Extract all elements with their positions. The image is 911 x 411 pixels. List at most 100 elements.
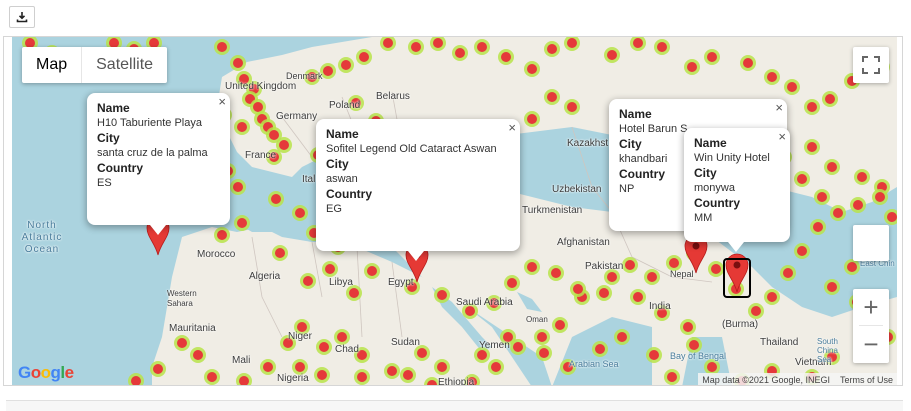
heatmap-point [649, 350, 659, 360]
info-label: Country [694, 196, 740, 210]
info-label: Name [619, 107, 652, 121]
info-window: × Name Win Unity Hotel City monywa Count… [684, 128, 790, 242]
place-label: Niger [288, 331, 312, 342]
heatmap-point [551, 268, 561, 278]
map-marker-dot [692, 242, 700, 250]
heatmap-point [319, 342, 329, 352]
heatmap-point [207, 372, 217, 382]
heatmap-point [687, 62, 697, 72]
place-label: Saudi Arabia [456, 297, 513, 308]
place-label: Turkmenistan [522, 205, 583, 216]
map-data-credit: Map data ©2021 Google, INEGI [702, 375, 830, 385]
heatmap-point [567, 38, 577, 48]
heatmap-point [887, 212, 897, 222]
zoom-out-button[interactable]: − [853, 326, 889, 362]
heatmap-point [707, 52, 717, 62]
heatmap-point [491, 362, 501, 372]
heatmap-point [853, 200, 863, 210]
zoom-in-button[interactable]: + [853, 289, 889, 325]
heatmap-point [847, 262, 857, 272]
heatmap-point [131, 376, 141, 385]
heatmap-point [269, 130, 279, 140]
heatmap-point [833, 208, 843, 218]
fullscreen-button[interactable] [853, 47, 889, 83]
info-window: × Name H10 Taburiente Playa City santa c… [87, 93, 230, 225]
zoom-control: + − [853, 289, 889, 363]
heatmap-point [275, 248, 285, 258]
heatmap-point [767, 72, 777, 82]
heatmap-point [237, 218, 247, 228]
heatmap-point [437, 362, 447, 372]
heatmap-point [263, 362, 273, 372]
info-value: aswan [326, 173, 358, 185]
heatmap-point [539, 348, 549, 358]
info-label: Country [97, 161, 143, 175]
heatmap-point [325, 264, 335, 274]
heatmap-point [239, 376, 249, 385]
plus-icon: + [863, 292, 879, 322]
info-window: × Name Sofitel Legend Old Cataract Aswan… [316, 119, 520, 251]
info-value: Sofitel Legend Old Cataract Aswan [326, 143, 497, 155]
info-label: City [694, 166, 717, 180]
heatmap-point [303, 276, 313, 286]
place-label: (Burma) [722, 319, 759, 330]
close-icon[interactable]: × [775, 101, 783, 115]
street-view-button[interactable] [853, 225, 889, 261]
heatmap-point [711, 264, 721, 274]
place-label: Uzbekistan [552, 184, 602, 195]
heatmap-point [767, 292, 777, 302]
info-window-tail [728, 242, 744, 252]
map-type-satellite-button[interactable]: Satellite [82, 47, 167, 83]
heatmap-point [279, 140, 289, 150]
heatmap-point [595, 344, 605, 354]
info-value: MM [694, 212, 713, 224]
heatmap-point [153, 364, 163, 374]
place-label: Yemen [479, 340, 510, 351]
place-label: Denmark [286, 71, 323, 81]
heatmap-point [233, 58, 243, 68]
close-icon[interactable]: × [218, 95, 226, 109]
download-button[interactable] [9, 6, 35, 28]
info-label: City [326, 157, 349, 171]
heatmap-point [825, 94, 835, 104]
heatmap-point [875, 192, 885, 202]
place-label: Ital [302, 174, 316, 185]
heatmap-point [295, 362, 305, 372]
close-icon[interactable]: × [508, 121, 516, 135]
heatmap-point [817, 192, 827, 202]
heatmap-point [477, 42, 487, 52]
place-label: Algeria [249, 271, 281, 282]
place-label: Libya [329, 277, 353, 288]
place-label: Belarus [376, 91, 410, 102]
map-type-map-button[interactable]: Map [22, 47, 83, 83]
info-window-tail [408, 251, 424, 261]
map-marker-dot [733, 261, 741, 269]
heatmap-point [537, 332, 547, 342]
heatmap-point [253, 102, 263, 112]
info-value: Win Unity Hotel [694, 152, 770, 164]
heatmap-point [625, 260, 635, 270]
terms-link[interactable]: Terms of Use [840, 373, 893, 385]
heatmap-point [567, 102, 577, 112]
info-value: santa cruz de la palma [97, 147, 208, 159]
heatmap-point [527, 262, 537, 272]
heatmap-point [689, 340, 699, 350]
heatmap-point [827, 162, 837, 172]
heatmap-point [787, 82, 797, 92]
heatmap-point [507, 278, 517, 288]
fullscreen-icon [862, 56, 880, 74]
heatmap-point [217, 230, 227, 240]
place-label: Afghanistan [557, 237, 610, 248]
heatmap-point [857, 172, 867, 182]
info-label: Name [97, 101, 130, 115]
place-label: France [245, 150, 277, 161]
heatmap-point [751, 306, 761, 316]
place-label: Pakistan [585, 261, 624, 272]
place-label: Mali [232, 355, 251, 366]
map-canvas[interactable]: North Atlantic Ocean United Kingdom Denm… [12, 37, 897, 385]
heatmap-point [527, 64, 537, 74]
heatmap-point [417, 348, 427, 358]
google-logo: Google [18, 363, 74, 382]
close-icon[interactable]: × [778, 130, 786, 144]
place-label: Sudan [391, 337, 420, 348]
